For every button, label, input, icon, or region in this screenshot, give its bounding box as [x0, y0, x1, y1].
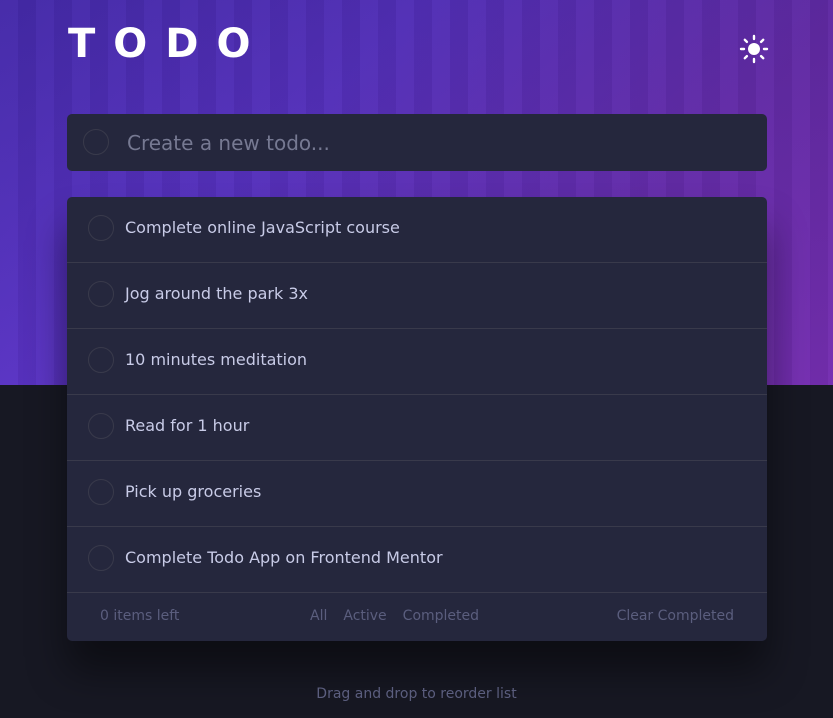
filter-all[interactable]: All [310, 608, 327, 624]
filter-active[interactable]: Active [343, 608, 386, 624]
todo-item[interactable]: Complete Todo App on Frontend Mentor [67, 527, 767, 593]
filter-group: All Active Completed [310, 608, 479, 624]
todo-text: Jog around the park 3x [125, 284, 308, 303]
todo-item[interactable]: Jog around the park 3x [67, 263, 767, 329]
list-footer: 0 items left All Active Completed Clear … [67, 593, 767, 641]
todo-checkbox[interactable] [88, 281, 114, 307]
theme-toggle-button[interactable] [738, 33, 770, 65]
clear-completed-button[interactable]: Clear Completed [617, 608, 734, 624]
todo-text: Complete Todo App on Frontend Mentor [125, 548, 443, 567]
todo-item[interactable]: Pick up groceries [67, 461, 767, 527]
todo-item[interactable]: Read for 1 hour [67, 395, 767, 461]
filter-completed[interactable]: Completed [403, 608, 479, 624]
todo-checkbox[interactable] [88, 545, 114, 571]
todo-list: Complete online JavaScript course Jog ar… [67, 197, 767, 641]
reorder-hint: Drag and drop to reorder list [316, 686, 517, 702]
todo-checkbox[interactable] [88, 479, 114, 505]
items-left-count: 0 items left [100, 608, 180, 624]
new-todo-bar [67, 114, 767, 171]
todo-item[interactable]: Complete online JavaScript course [67, 197, 767, 263]
todo-text: Read for 1 hour [125, 416, 250, 435]
todo-text: Pick up groceries [125, 482, 262, 501]
sun-icon [739, 34, 769, 64]
todo-checkbox[interactable] [88, 215, 114, 241]
todo-text: 10 minutes meditation [125, 350, 308, 369]
new-todo-input[interactable] [125, 122, 749, 164]
todo-checkbox[interactable] [88, 413, 114, 439]
todo-checkbox[interactable] [88, 347, 114, 373]
app-title: TODO [68, 21, 269, 67]
new-todo-checkbox[interactable] [83, 129, 109, 155]
todo-item[interactable]: 10 minutes meditation [67, 329, 767, 395]
todo-text: Complete online JavaScript course [125, 218, 400, 237]
